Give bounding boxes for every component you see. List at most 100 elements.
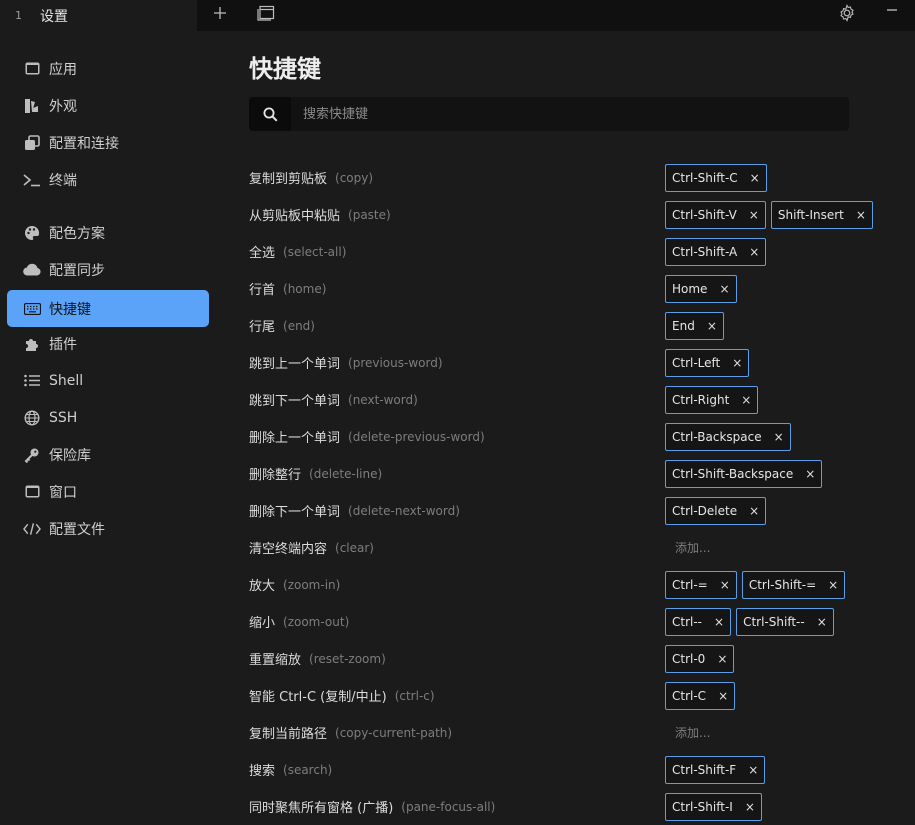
hotkey-chip[interactable]: Ctrl-Shift-= × [741, 570, 846, 599]
remove-hotkey-icon[interactable]: × [774, 430, 784, 444]
minimize-icon[interactable] [879, 0, 905, 26]
sidebar-item-colors[interactable]: 配色方案 [7, 214, 209, 251]
tab-title: 设置 [40, 8, 68, 25]
sidebar-item-label: 配置文件 [49, 521, 105, 538]
remove-hotkey-icon[interactable]: × [828, 578, 838, 592]
hotkey-chip[interactable]: Home × [665, 274, 737, 303]
plus-icon[interactable] [207, 0, 233, 26]
hotkey-chip-label: Ctrl-Shift-= [748, 577, 817, 592]
hotkey-chip[interactable]: Ctrl-Shift-Backspace × [665, 459, 823, 488]
hotkey-row: 删除下一个单词 (delete-next-word) Ctrl-Delete × [249, 492, 909, 529]
sidebar-item-terminal[interactable]: 终端 [7, 161, 209, 198]
hotkey-name: 跳到下一个单词 [249, 394, 341, 409]
remove-hotkey-icon[interactable]: × [719, 282, 729, 296]
hotkey-row: 从剪贴板中粘贴 (paste) Ctrl-Shift-V × Shift-Insert × [249, 196, 909, 233]
hotkey-chip[interactable]: Ctrl-Shift-A × [665, 237, 767, 266]
hotkey-chip[interactable]: Ctrl-Right × [665, 385, 759, 414]
hotkey-chip-label: Home [672, 281, 708, 296]
hotkey-chip[interactable]: Ctrl-= × [665, 570, 737, 599]
hotkey-chip-label: Ctrl-Shift-A [672, 244, 738, 259]
hotkey-id: (copy-current-path) [335, 725, 453, 740]
sidebar-item-appearance[interactable]: 外观 [7, 87, 209, 124]
gear-icon[interactable] [834, 0, 860, 26]
search-icon[interactable] [249, 97, 291, 131]
sidebar-item-vault[interactable]: 保险库 [7, 436, 209, 473]
hotkey-name: 缩小 [249, 616, 276, 631]
hotkey-row: 删除整行 (delete-line) Ctrl-Shift-Backspace × [249, 455, 909, 492]
hotkey-chip[interactable]: Ctrl-- × [665, 607, 732, 636]
sidebar-item-plugins[interactable]: 插件 [7, 325, 209, 362]
hotkey-name: 删除上一个单词 [249, 431, 341, 446]
hotkey-name: 复制到剪贴板 [249, 172, 328, 187]
hotkey-chip[interactable]: Shift-Insert × [770, 200, 873, 229]
sidebar-item-ssh[interactable]: SSH [7, 399, 209, 436]
hotkey-chip[interactable]: Ctrl-Shift-V × [665, 200, 766, 229]
hotkey-chip-label: Ctrl-Backspace [672, 429, 762, 444]
search-input[interactable] [291, 97, 849, 131]
remove-hotkey-icon[interactable]: × [749, 245, 759, 259]
sidebar-item-app[interactable]: 应用 [7, 50, 209, 87]
window-icon[interactable] [253, 0, 279, 26]
remove-hotkey-icon[interactable]: × [707, 319, 717, 333]
sidebar-item-config-file[interactable]: 配置文件 [7, 510, 209, 547]
hotkey-bindings: Ctrl-Delete × [665, 492, 771, 529]
remove-hotkey-icon[interactable]: × [741, 393, 751, 407]
remove-hotkey-icon[interactable]: × [745, 800, 755, 814]
sidebar-item-shell[interactable]: Shell [7, 362, 209, 399]
add-hotkey-button[interactable]: 添加... [675, 724, 710, 741]
hotkey-chip[interactable]: End × [665, 311, 724, 340]
remove-hotkey-icon[interactable]: × [805, 467, 815, 481]
hotkey-id: (select-all) [283, 244, 347, 259]
hotkey-id: (paste) [348, 207, 391, 222]
hotkey-id: (reset-zoom) [309, 651, 386, 666]
hotkey-chip[interactable]: Ctrl-Left × [665, 348, 750, 377]
remove-hotkey-icon[interactable]: × [856, 208, 866, 222]
hotkey-bindings: Home × [665, 270, 742, 307]
remove-hotkey-icon[interactable]: × [717, 652, 727, 666]
hotkey-chip[interactable]: Ctrl-Delete × [665, 496, 767, 525]
hotkey-chip[interactable]: Ctrl-0 × [665, 644, 735, 673]
remove-hotkey-icon[interactable]: × [732, 356, 742, 370]
hotkey-row: 复制当前路径 (copy-current-path) 添加... [249, 714, 909, 751]
remove-hotkey-icon[interactable]: × [720, 578, 730, 592]
hotkey-id: (delete-next-word) [348, 503, 460, 518]
hotkey-chip[interactable]: Ctrl-Shift-I × [665, 792, 762, 821]
remove-hotkey-icon[interactable]: × [750, 171, 760, 185]
key-icon [23, 446, 41, 464]
hotkey-chip[interactable]: Ctrl-Backspace × [665, 422, 791, 451]
sidebar-item-window[interactable]: 窗口 [7, 473, 209, 510]
remove-hotkey-icon[interactable]: × [748, 763, 758, 777]
add-hotkey-button[interactable]: 添加... [675, 539, 710, 556]
hotkey-bindings: Ctrl-Backspace × [665, 418, 796, 455]
tab-index: 1 [15, 9, 22, 22]
paint-brush-icon [23, 97, 41, 115]
puzzle-icon [23, 335, 41, 353]
sidebar-item-label: 应用 [49, 61, 77, 78]
remove-hotkey-icon[interactable]: × [749, 504, 759, 518]
sidebar-item-label: 配色方案 [49, 225, 105, 242]
hotkey-bindings: Ctrl-Right × [665, 381, 763, 418]
hotkey-chip-label: End [672, 318, 695, 333]
hotkey-bindings: Ctrl-Shift-C × [665, 159, 772, 196]
palette-icon [23, 224, 41, 242]
remove-hotkey-icon[interactable]: × [817, 615, 827, 629]
hotkey-chip[interactable]: Ctrl-Shift-F × [665, 755, 766, 784]
hotkey-name: 清空终端内容 [249, 542, 328, 557]
sidebar-item-sync[interactable]: 配置同步 [7, 251, 209, 288]
sidebar-item-label: SSH [49, 409, 78, 426]
hotkey-bindings: Ctrl-Shift-F × [665, 751, 770, 788]
sidebar-item-hotkeys[interactable]: 快捷键 [7, 290, 209, 327]
hotkey-chip[interactable]: Ctrl-Shift-C × [665, 163, 767, 192]
remove-hotkey-icon[interactable]: × [749, 208, 759, 222]
hotkey-row: 搜索 (search) Ctrl-Shift-F × [249, 751, 909, 788]
hotkey-name: 放大 [249, 579, 276, 594]
hotkey-bindings: Ctrl-C × [665, 677, 740, 714]
tab-settings[interactable]: 1 设置 [0, 0, 197, 31]
hotkey-id: (next-word) [348, 392, 418, 407]
sidebar-item-profiles[interactable]: 配置和连接 [7, 124, 209, 161]
hotkey-chip[interactable]: Ctrl-C × [665, 681, 736, 710]
remove-hotkey-icon[interactable]: × [714, 615, 724, 629]
hotkey-row: 行尾 (end) End × [249, 307, 909, 344]
hotkey-chip[interactable]: Ctrl-Shift-- × [736, 607, 834, 636]
remove-hotkey-icon[interactable]: × [718, 689, 728, 703]
